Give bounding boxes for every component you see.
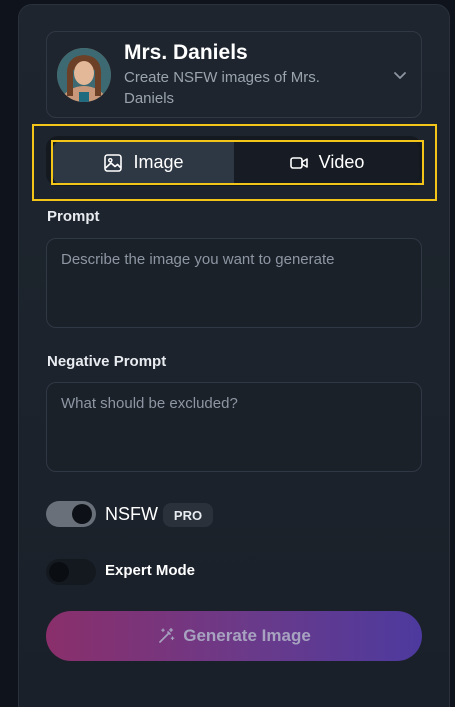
prompt-label: Prompt xyxy=(47,208,100,225)
avatar-image xyxy=(57,48,111,102)
negative-prompt-label: Negative Prompt xyxy=(47,353,167,370)
generate-image-button[interactable]: Generate Image xyxy=(46,611,422,661)
prompt-input[interactable] xyxy=(46,238,422,328)
negative-prompt-input[interactable] xyxy=(46,382,422,472)
magic-wand-icon xyxy=(159,627,175,643)
character-avatar xyxy=(57,48,111,102)
nsfw-toggle[interactable] xyxy=(46,501,96,527)
nsfw-toggle-knob xyxy=(72,504,92,524)
nsfw-label: NSFW xyxy=(105,504,158,524)
expert-mode-label: Expert Mode xyxy=(105,562,196,579)
expert-mode-toggle[interactable] xyxy=(46,559,96,585)
tab-inner-highlight xyxy=(51,140,424,185)
chevron-down-icon[interactable] xyxy=(393,68,407,82)
pro-badge: PRO xyxy=(163,503,213,527)
expert-mode-toggle-knob xyxy=(49,562,69,582)
generate-image-label: Generate Image xyxy=(183,626,311,645)
character-selector[interactable]: Mrs. Daniels Create NSFW images of Mrs. … xyxy=(46,31,422,118)
character-name: Mrs. Daniels xyxy=(124,41,248,64)
character-description: Create NSFW images of Mrs. Daniels xyxy=(124,69,320,107)
